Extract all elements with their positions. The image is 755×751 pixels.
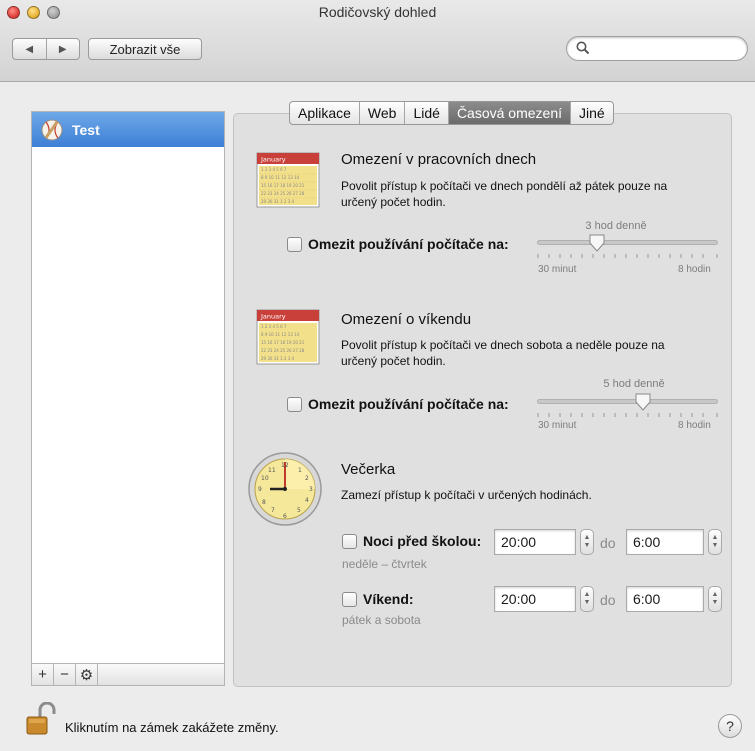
svg-text:11: 11: [268, 467, 276, 474]
weekend-desc-line2: určený počet hodin.: [341, 354, 446, 368]
weekend-slider-min: 30 minut: [538, 420, 577, 431]
preferences-window: Rodičovský dohled ◀ ▶ Zobrazit vše Test …: [0, 0, 755, 751]
weekday-title: Omezení v pracovních dnech: [341, 151, 537, 168]
back-forward-control: ◀ ▶: [12, 38, 80, 60]
slider-knob[interactable]: [589, 234, 605, 252]
svg-text:15 16 17 18 19 20 21: 15 16 17 18 19 20 21: [261, 340, 305, 345]
tab-time-limits[interactable]: Časová omezení: [448, 102, 571, 124]
clock-icon: 12369 111012 4578: [248, 452, 322, 526]
tab-bar: Aplikace Web Lidé Časová omezení Jiné: [289, 101, 614, 125]
weekday-limit-checkbox[interactable]: [287, 236, 302, 252]
toolbar: Rodičovský dohled ◀ ▶ Zobrazit vše: [0, 0, 755, 82]
weekday-slider-min: 30 minut: [538, 264, 577, 275]
school-nights-checkbox[interactable]: [342, 533, 357, 549]
school-nights-row: Noci před školou:: [342, 533, 481, 549]
bedtime-title: Večerka: [341, 461, 396, 478]
tab-web[interactable]: Web: [360, 102, 406, 124]
svg-text:5: 5: [297, 507, 301, 514]
slider-knob[interactable]: [635, 393, 651, 411]
add-user-button[interactable]: +: [32, 664, 54, 685]
show-all-button[interactable]: Zobrazit vše: [88, 38, 202, 60]
svg-text:6: 6: [283, 513, 287, 520]
calendar-icon: January 1 2 3 4 5 6 78 9 10 11 12 13 14 …: [256, 152, 320, 208]
weekend-slider-max: 8 hodin: [678, 420, 711, 431]
user-list-controls: + − ⚙: [31, 664, 225, 686]
weekend-slider[interactable]: [537, 393, 718, 423]
weekday-desc-line1: Povolit přístup k počítači ve dnech pond…: [341, 179, 668, 193]
search-icon: [576, 41, 590, 55]
slider-ticks: [537, 413, 718, 417]
help-button[interactable]: ?: [718, 714, 742, 738]
weekend-bedtime-sub: pátek a sobota: [342, 613, 421, 627]
weekend-bedtime-from-field[interactable]: 20:00: [494, 586, 576, 612]
svg-text:22 23 24 25 26 27 28: 22 23 24 25 26 27 28: [261, 191, 305, 196]
svg-text:8: 8: [262, 499, 266, 506]
calendar-month: January: [260, 313, 286, 321]
weekend-bedtime-checkbox[interactable]: [342, 591, 357, 607]
weekend-bedtime-to-field[interactable]: 6:00: [626, 586, 704, 612]
svg-text:3: 3: [309, 486, 313, 493]
svg-text:8 9 10 11 12 13 14: 8 9 10 11 12 13 14: [261, 175, 300, 180]
svg-text:29 30 31 1 2 3 4: 29 30 31 1 2 3 4: [261, 356, 295, 361]
calendar-icon: January 1 2 3 4 5 6 78 9 10 11 12 13 14 …: [256, 309, 320, 365]
baseball-icon: [41, 119, 63, 140]
svg-text:9: 9: [258, 486, 262, 493]
back-button[interactable]: ◀: [13, 39, 47, 59]
calendar-month: January: [260, 156, 286, 164]
weekday-limit-row: Omezit používání počítače na:: [287, 236, 509, 252]
tab-apps[interactable]: Aplikace: [290, 102, 360, 124]
weekday-slider-max: 8 hodin: [678, 264, 711, 275]
user-list: Test: [31, 111, 225, 664]
forward-button[interactable]: ▶: [47, 39, 80, 59]
search-field[interactable]: [566, 36, 748, 61]
slider-track: [537, 399, 718, 404]
svg-text:15 16 17 18 19 20 21: 15 16 17 18 19 20 21: [261, 183, 305, 188]
tab-people[interactable]: Lidé: [405, 102, 449, 124]
slider-ticks: [537, 254, 718, 258]
svg-text:22 23 24 25 26 27 28: 22 23 24 25 26 27 28: [261, 348, 305, 353]
list-item-user-test[interactable]: Test: [32, 112, 224, 147]
remove-user-button[interactable]: −: [54, 664, 76, 685]
school-nights-to-stepper[interactable]: ▲ ▼: [708, 529, 722, 555]
weekend-bedtime-to-stepper[interactable]: ▲ ▼: [708, 586, 722, 612]
svg-text:1: 1: [298, 467, 302, 474]
svg-text:8 9 10 11 12 13 14: 8 9 10 11 12 13 14: [261, 332, 300, 337]
school-nights-from-field[interactable]: 20:00: [494, 529, 576, 555]
svg-text:12: 12: [281, 462, 289, 469]
svg-text:10: 10: [261, 475, 269, 482]
lock-text: Kliknutím na zámek zakážete změny.: [65, 720, 279, 735]
slider-track: [537, 240, 718, 245]
user-name: Test: [72, 121, 100, 138]
weekend-bedtime-row: Víkend:: [342, 591, 414, 607]
weekend-slider-value: 5 hod denně: [603, 378, 665, 390]
svg-text:2: 2: [305, 475, 309, 482]
window-title: Rodičovský dohled: [318, 4, 437, 20]
to-label: do: [600, 535, 616, 551]
tab-other[interactable]: Jiné: [571, 102, 613, 124]
gear-icon[interactable]: ⚙: [76, 664, 98, 685]
school-nights-sub: neděle – čtvrtek: [342, 557, 427, 571]
school-nights-label: Noci před školou:: [363, 533, 482, 549]
svg-text:7: 7: [271, 507, 275, 514]
weekday-slider-value: 3 hod denně: [585, 220, 647, 232]
weekday-limit-label: Omezit používání počítače na:: [308, 236, 509, 252]
school-nights-to-field[interactable]: 6:00: [626, 529, 704, 555]
weekend-desc-line1: Povolit přístup k počítači ve dnech sobo…: [341, 338, 665, 352]
svg-text:29 30 31 1 2 3 4: 29 30 31 1 2 3 4: [261, 199, 295, 204]
weekend-bedtime-from-stepper[interactable]: ▲ ▼: [580, 586, 594, 612]
lock-icon[interactable]: [24, 702, 56, 736]
weekend-bedtime-label: Víkend:: [363, 591, 414, 607]
school-nights-from-stepper[interactable]: ▲ ▼: [580, 529, 594, 555]
weekday-desc-line2: určený počet hodin.: [341, 195, 446, 209]
svg-text:4: 4: [305, 497, 309, 504]
bedtime-desc: Zamezí přístup k počítači v určených hod…: [341, 488, 592, 502]
to-label: do: [600, 592, 616, 608]
weekend-title: Omezení o víkendu: [341, 311, 472, 328]
weekend-limit-label: Omezit používání počítače na:: [308, 396, 509, 412]
svg-text:1 2 3 4 5 6 7: 1 2 3 4 5 6 7: [261, 324, 287, 329]
weekday-slider[interactable]: [537, 234, 718, 264]
svg-text:1 2 3 4 5 6 7: 1 2 3 4 5 6 7: [261, 167, 287, 172]
weekend-limit-checkbox[interactable]: [287, 396, 302, 412]
weekend-limit-row: Omezit používání počítače na:: [287, 396, 509, 412]
